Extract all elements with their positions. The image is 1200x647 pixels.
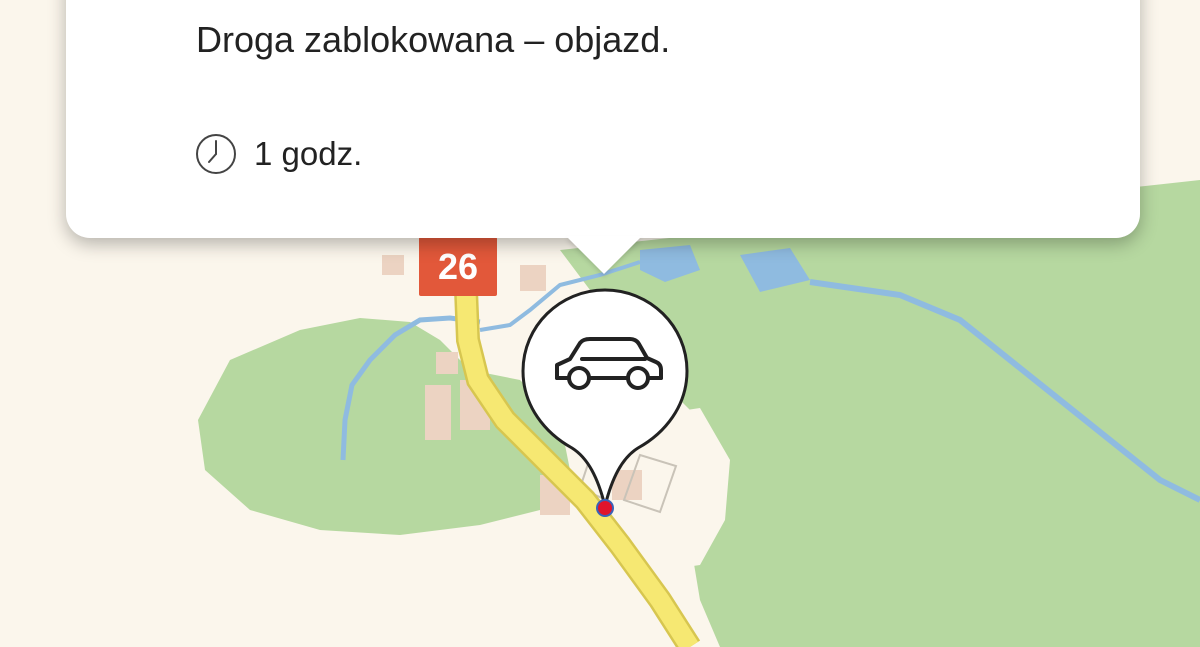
incident-duration: 1 godz.: [194, 132, 362, 176]
duration-value: 1 godz.: [254, 135, 363, 172]
marker-pin-shape: [521, 288, 689, 507]
map-view[interactable]: 26 Droga zablokowana – objazd. 1 godz.: [0, 0, 1200, 647]
incident-popup[interactable]: Droga zablokowana – objazd. 1 godz.: [66, 0, 1140, 238]
incident-message: Droga zablokowana – objazd.: [196, 19, 671, 60]
road-number: 26: [437, 245, 479, 287]
popup-pointer: [566, 236, 642, 274]
incident-marker[interactable]: [520, 288, 690, 520]
clock-icon: [196, 134, 236, 174]
marker-location-dot: [596, 499, 614, 517]
road-number-shield: 26: [419, 237, 497, 296]
